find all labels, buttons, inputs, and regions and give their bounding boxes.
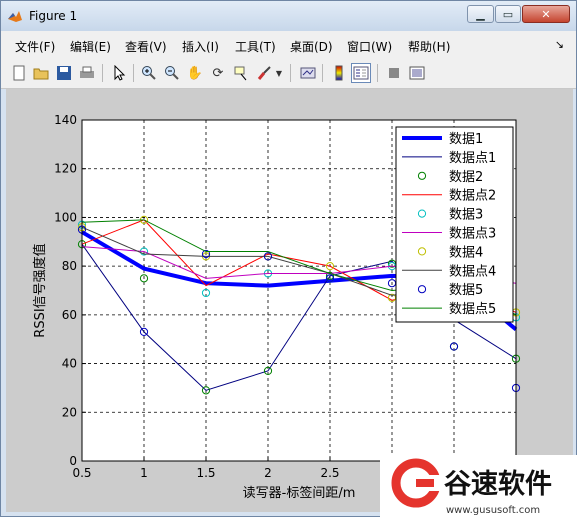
minimize-icon: ▁: [476, 7, 485, 21]
legend-entry: 数据1: [449, 132, 483, 147]
menu-bar: 文件(F) 编辑(E) 查看(V) 插入(I) 工具(T) 桌面(D) 窗口(W…: [1, 31, 576, 59]
menu-insert[interactable]: 插入(I): [182, 38, 219, 55]
menu-edit[interactable]: 编辑(E): [70, 38, 111, 55]
menu-tools[interactable]: 工具(T): [235, 38, 276, 55]
menu-file[interactable]: 文件(F): [15, 38, 55, 55]
data-cursor-icon[interactable]: [231, 63, 251, 83]
zoom-out-icon[interactable]: [162, 63, 182, 83]
colorbar-icon[interactable]: [329, 63, 349, 83]
close-button[interactable]: ✕: [522, 5, 570, 23]
maximize-button[interactable]: ▭: [495, 5, 521, 23]
legend-entry: 数据点4: [449, 264, 496, 279]
menu-window[interactable]: 窗口(W): [347, 38, 392, 55]
figure-window: Figure 1 ▁ ▭ ✕ 文件(F) 编辑(E) 查看(V) 插入(I) 工…: [0, 0, 577, 517]
rotate-3d-icon[interactable]: ⟳: [208, 63, 228, 83]
y-tick-label: 120: [54, 162, 77, 176]
legend-entry: 数据2: [449, 170, 483, 185]
new-figure-icon[interactable]: [9, 63, 29, 83]
toolbar-separator: [290, 64, 291, 82]
x-tick-label: 2: [264, 466, 272, 480]
brush-dropdown-icon[interactable]: ▼: [274, 63, 284, 83]
link-plot-icon[interactable]: [298, 63, 318, 83]
y-tick-label: 20: [62, 405, 77, 419]
figure-toolbar: ✋ ⟳ ▼: [1, 58, 576, 89]
legend-entry: 数据4: [449, 245, 483, 260]
line-chart[interactable]: 0.511.522.533.54020406080100120140读写器-标签…: [6, 89, 573, 512]
matlab-icon: [8, 11, 22, 22]
window-title: Figure 1: [29, 9, 78, 23]
title-bar[interactable]: Figure 1 ▁ ▭ ✕: [1, 1, 576, 31]
pan-hand-icon[interactable]: ✋: [185, 63, 205, 83]
legend-entry: 数据点1: [449, 151, 496, 166]
toolbar-separator: [377, 64, 378, 82]
hide-plot-tools-icon[interactable]: [384, 63, 404, 83]
y-tick-label: 100: [54, 210, 77, 224]
legend-entry: 数据5: [449, 283, 483, 298]
x-tick-label: 2.5: [320, 466, 339, 480]
legend-entry: 数据点5: [449, 302, 496, 317]
toolbar-separator: [322, 64, 323, 82]
open-file-icon[interactable]: [31, 63, 51, 83]
x-tick-label: 0.5: [72, 466, 91, 480]
legend-entry: 数据点3: [449, 227, 496, 242]
menu-dock-arrow-icon[interactable]: ↘: [555, 38, 564, 51]
toolbar-separator: [133, 64, 134, 82]
y-tick-label: 40: [62, 357, 77, 371]
y-tick-label: 60: [62, 308, 77, 322]
menu-help[interactable]: 帮助(H): [408, 38, 450, 55]
brush-icon[interactable]: [254, 63, 274, 83]
legend-icon[interactable]: [351, 63, 371, 83]
save-icon[interactable]: [54, 63, 74, 83]
figure-area: 0.511.522.533.54020406080100120140读写器-标签…: [6, 89, 573, 512]
zoom-in-icon[interactable]: [139, 63, 159, 83]
y-tick-label: 80: [62, 259, 77, 273]
legend-entry: 数据点2: [449, 189, 496, 204]
watermark-brand: 谷速软件: [444, 469, 552, 500]
toolbar-separator: [102, 64, 103, 82]
y-tick-label: 140: [54, 113, 77, 127]
watermark-url: www.gususoft.com: [446, 505, 540, 516]
minimize-button[interactable]: ▁: [467, 5, 494, 23]
pointer-icon[interactable]: [109, 63, 129, 83]
y-tick-label: 0: [69, 454, 77, 468]
show-plot-tools-icon[interactable]: [407, 63, 427, 83]
watermark: 谷速软件 www.gususoft.com: [380, 455, 577, 517]
maximize-icon: ▭: [502, 7, 514, 21]
close-icon: ✕: [541, 7, 551, 21]
legend-entry: 数据3: [449, 208, 483, 223]
y-axis-label: RSSI信号强度值: [32, 243, 48, 337]
menu-view[interactable]: 查看(V): [125, 38, 167, 55]
x-tick-label: 1: [140, 466, 148, 480]
print-icon[interactable]: [77, 63, 97, 83]
x-tick-label: 1.5: [196, 466, 215, 480]
x-axis-label: 读写器-标签间距/m: [243, 485, 356, 501]
menu-desktop[interactable]: 桌面(D): [290, 38, 333, 55]
